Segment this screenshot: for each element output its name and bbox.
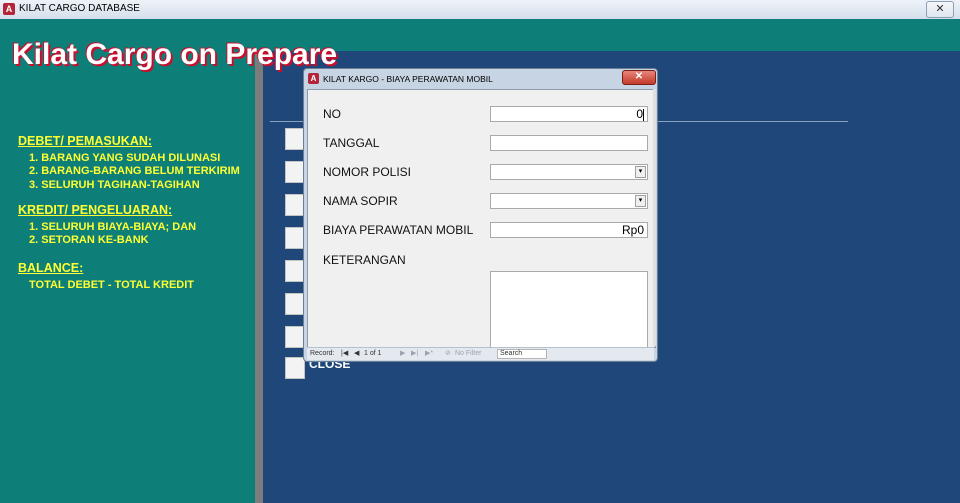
next-record-icon[interactable]: ▶: [400, 348, 405, 360]
record-position[interactable]: 1 of 1: [364, 348, 382, 360]
app-title-bar: A KILAT CARGO DATABASE ✕: [0, 0, 960, 20]
keterangan-textarea[interactable]: [490, 271, 648, 347]
no-value: 0: [636, 107, 643, 121]
biaya-field[interactable]: Rp0: [490, 222, 648, 238]
nama-sopir-label: NAMA SOPIR: [323, 194, 398, 208]
access-app-icon: A: [3, 3, 15, 15]
search-input[interactable]: Search: [497, 349, 547, 359]
app-title: KILAT CARGO DATABASE: [19, 3, 140, 14]
nama-sopir-combobox[interactable]: ▾: [490, 193, 648, 209]
record-navigation-bar: Record: |◀ ◀ 1 of 1 ▶ ▶| ▶* ⊘ No Filter …: [307, 347, 654, 360]
text-caret: [643, 108, 644, 121]
balance-formula: TOTAL DEBET - TOTAL KREDIT: [29, 279, 194, 291]
window-close-button[interactable]: ✕: [926, 1, 954, 18]
panel-divider: [255, 51, 263, 503]
biaya-label: BIAYA PERAWATAN MOBIL: [323, 223, 474, 237]
menu-button-5[interactable]: [285, 260, 305, 282]
biaya-perawatan-dialog: A KILAT KARGO - BIAYA PERAWATAN MOBIL ✕ …: [303, 68, 658, 362]
record-label: Record:: [310, 350, 335, 357]
menu-button-3[interactable]: [285, 194, 305, 216]
no-field[interactable]: 0: [490, 106, 648, 122]
no-label: NO: [323, 107, 341, 121]
tanggal-field[interactable]: [490, 135, 648, 151]
menu-button-7[interactable]: [285, 326, 305, 348]
debet-heading: DEBET/ PEMASUKAN:: [18, 134, 153, 148]
close-menu-button[interactable]: [285, 357, 305, 379]
dialog-title: KILAT KARGO - BIAYA PERAWATAN MOBIL: [323, 74, 493, 84]
dialog-scrollbar[interactable]: [653, 89, 656, 346]
debet-item-3: 3. SELURUH TAGIHAN-TAGIHAN: [29, 179, 200, 191]
keterangan-label: KETERANGAN: [323, 253, 406, 267]
no-filter-button[interactable]: No Filter: [455, 348, 481, 360]
menu-button-6[interactable]: [285, 293, 305, 315]
dialog-form-body: NO 0 TANGGAL NOMOR POLISI ▾ NAMA SOPIR ▾…: [307, 89, 656, 348]
menu-button-2[interactable]: [285, 161, 305, 183]
menu-button-4[interactable]: [285, 227, 305, 249]
left-info-panel: [0, 51, 255, 503]
kredit-heading: KREDIT/ PENGELUARAN:: [18, 203, 173, 217]
menu-button-1[interactable]: [285, 128, 305, 150]
page-title: Kilat Cargo on Prepare: [12, 38, 338, 71]
nomor-polisi-label: NOMOR POLISI: [323, 165, 412, 179]
filter-icon: ⊘: [445, 350, 451, 357]
last-record-icon[interactable]: ▶|: [411, 348, 418, 360]
debet-item-2: 2. BARANG-BARANG BELUM TERKIRIM: [29, 165, 240, 177]
nomor-polisi-combobox[interactable]: ▾: [490, 164, 648, 180]
tanggal-label: TANGGAL: [323, 136, 380, 150]
chevron-down-icon[interactable]: ▾: [635, 195, 646, 207]
balance-heading: BALANCE:: [18, 261, 84, 275]
dialog-close-button[interactable]: ✕: [622, 70, 656, 85]
debet-item-1: 1. BARANG YANG SUDAH DILUNASI: [29, 152, 221, 164]
new-record-icon[interactable]: ▶*: [425, 348, 433, 360]
kredit-item-1: 1. SELURUH BIAYA-BIAYA; DAN: [29, 221, 197, 233]
prev-record-icon[interactable]: ◀: [354, 348, 359, 360]
chevron-down-icon[interactable]: ▾: [635, 166, 646, 178]
first-record-icon[interactable]: |◀: [341, 348, 348, 360]
kredit-item-2: 2. SETORAN KE-BANK: [29, 234, 149, 246]
access-form-icon: A: [308, 73, 319, 84]
